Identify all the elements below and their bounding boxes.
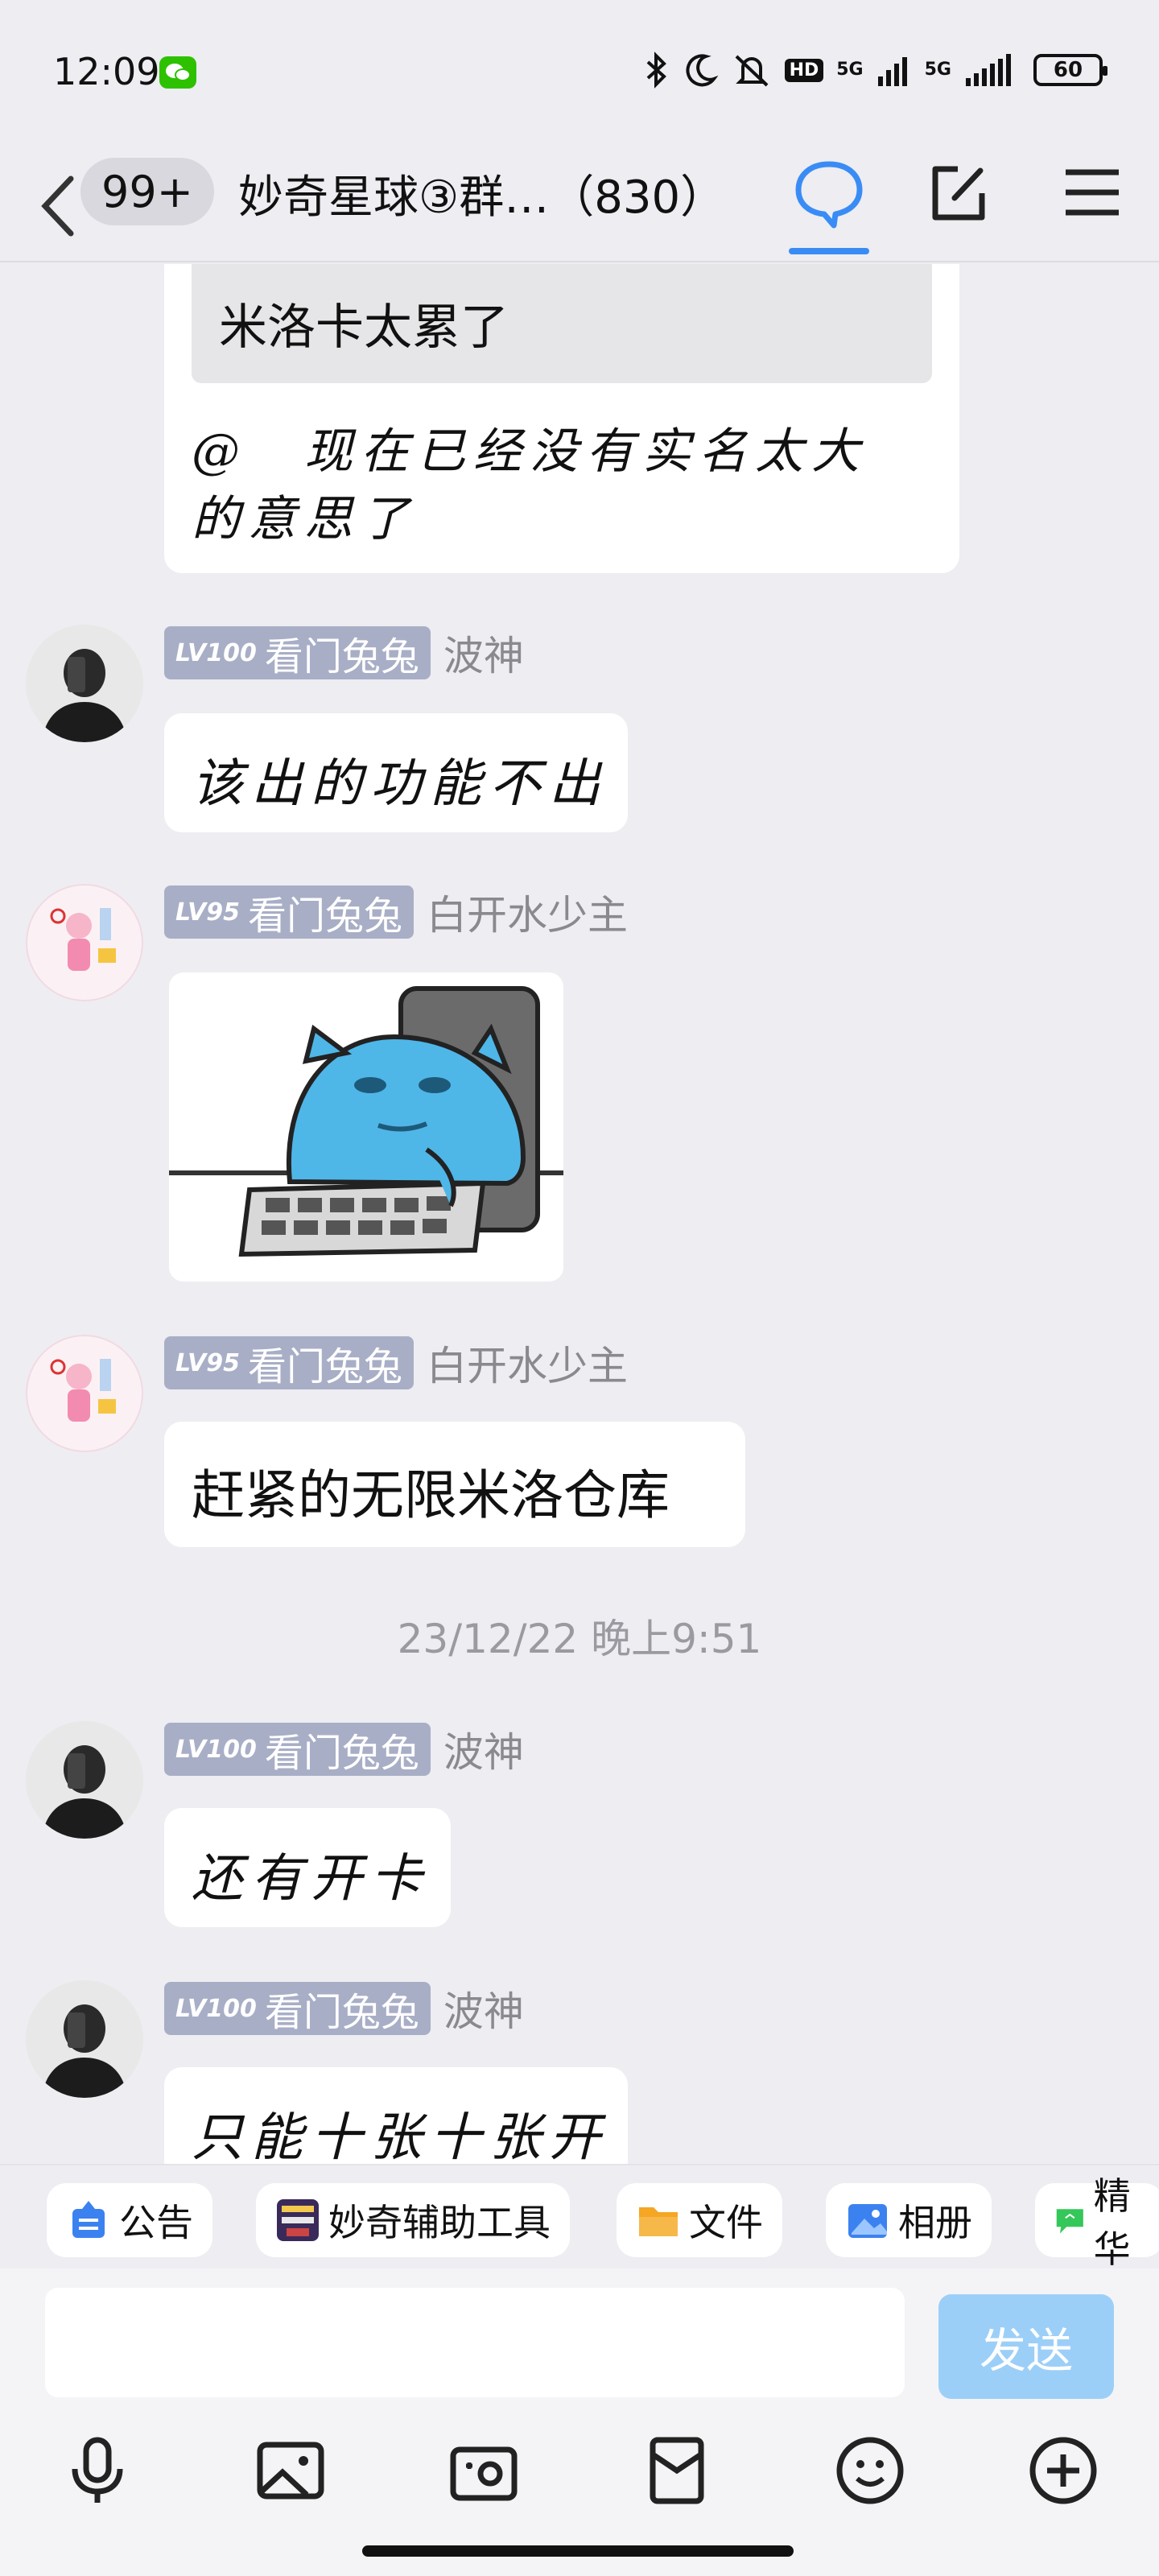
- microphone-icon: [72, 2437, 123, 2503]
- chip-label: 文件: [689, 2201, 763, 2244]
- hd-indicator: HD: [784, 58, 824, 82]
- emoji-button[interactable]: [826, 2426, 914, 2515]
- message-header: LV100 看门兔兔 波神: [164, 1980, 524, 2037]
- active-tab-indicator: [789, 248, 869, 254]
- message-bubble[interactable]: 该出的功能不出: [164, 713, 628, 832]
- composer-toolbar: [0, 2426, 1159, 2523]
- level-badge: LV95 看门兔兔: [164, 1336, 414, 1389]
- status-time: 12:09: [53, 50, 160, 93]
- status-icons: HD 5G 5G 60: [643, 52, 1107, 89]
- message-text: 只能十张十张开: [192, 2108, 608, 2164]
- message-header: LV100 看门兔兔 波神: [164, 1721, 524, 1777]
- chip-label: 公告: [119, 2201, 193, 2244]
- back-chevron-icon[interactable]: [35, 172, 80, 240]
- level-number: LV100: [175, 1994, 257, 2023]
- more-button[interactable]: [1019, 2426, 1107, 2515]
- message-text: 该出的功能不出: [192, 754, 608, 814]
- unread-count-badge[interactable]: 99+: [80, 158, 214, 225]
- chip-label: 相册: [898, 2201, 972, 2244]
- message-text: 赶紧的无限米洛仓库: [192, 1464, 670, 1526]
- folder-icon: [639, 2207, 678, 2236]
- message-header: LV95 看门兔兔 白开水少主: [164, 1335, 628, 1391]
- message-bubble[interactable]: 还有开卡: [164, 1808, 451, 1927]
- sticker-image[interactable]: [169, 972, 563, 1282]
- menu-icon[interactable]: [1062, 164, 1122, 221]
- sender-name[interactable]: 波神: [443, 624, 524, 682]
- sender-name[interactable]: 白开水少主: [427, 883, 628, 941]
- avatar[interactable]: [26, 1335, 143, 1452]
- level-badge: LV95 看门兔兔: [164, 886, 414, 939]
- mute-bell-icon: [735, 55, 768, 87]
- edit-icon[interactable]: [926, 161, 990, 225]
- message-list[interactable]: 米洛卡太累了 @ 现在已经没有实名太大 的意思了 LV100 看门兔兔 波神 该出…: [0, 264, 1159, 2164]
- quoted-message[interactable]: 米洛卡太累了: [192, 264, 932, 383]
- sender-name[interactable]: 白开水少主: [427, 1334, 628, 1392]
- sender-name[interactable]: 波神: [443, 1720, 524, 1778]
- reply-text-line-1: @ 现在已经没有实名太大: [192, 423, 868, 480]
- quick-action-bar[interactable]: 公告 妙奇辅助工具 文件 相册 精华: [0, 2164, 1159, 2271]
- group-title-tag: 看门兔兔: [247, 894, 402, 939]
- message-bubble[interactable]: 赶紧的无限米洛仓库: [164, 1422, 745, 1547]
- group-title-tag: 看门兔兔: [264, 634, 419, 679]
- signal-icon: [877, 57, 907, 86]
- chip-label: 精华: [1093, 2174, 1131, 2271]
- group-title-tag: 看门兔兔: [247, 1344, 402, 1389]
- message-header: LV95 看门兔兔 白开水少主: [164, 884, 628, 940]
- group-title-tag: 看门兔兔: [264, 1990, 419, 2035]
- composer: 发送: [0, 2268, 1159, 2576]
- chat-bubble-icon[interactable]: [789, 153, 869, 233]
- highlights-icon: [1056, 2209, 1083, 2234]
- group-title-tag: 看门兔兔: [264, 1731, 419, 1776]
- emoji-icon: [836, 2437, 904, 2504]
- level-badge: LV100 看门兔兔: [164, 1982, 431, 2035]
- message-input[interactable]: [45, 2288, 905, 2397]
- message-header: LV100 看门兔兔 波神: [164, 625, 524, 681]
- image-button[interactable]: [246, 2426, 335, 2515]
- reply-text-line-2: 的意思了: [192, 491, 417, 547]
- album-icon: [848, 2204, 887, 2238]
- message-bubble[interactable]: 只能十张十张开: [164, 2067, 628, 2164]
- avatar[interactable]: [26, 884, 143, 1001]
- announcement-icon: [72, 2201, 105, 2238]
- red-packet-icon: [650, 2437, 704, 2504]
- network-label-1: 5G: [836, 60, 864, 80]
- helper-tool-chip[interactable]: 妙奇辅助工具: [256, 2183, 570, 2257]
- level-number: LV95: [175, 898, 240, 927]
- battery-icon: 60: [1033, 54, 1107, 86]
- level-number: LV100: [175, 1735, 257, 1764]
- avatar[interactable]: [26, 625, 143, 742]
- bluetooth-icon: [646, 52, 666, 89]
- send-button[interactable]: 发送: [938, 2294, 1114, 2399]
- camera-button[interactable]: [439, 2426, 528, 2515]
- plus-circle-icon: [1029, 2437, 1097, 2504]
- chat-title[interactable]: 妙奇星球③群…（830）: [238, 161, 725, 226]
- voice-button[interactable]: [53, 2426, 142, 2515]
- level-number: LV95: [175, 1348, 240, 1377]
- level-badge: LV100 看门兔兔: [164, 626, 431, 679]
- wechat-notification-icon: [159, 56, 196, 89]
- image-icon: [257, 2442, 324, 2500]
- files-chip[interactable]: 文件: [617, 2183, 782, 2257]
- message-text: 还有开卡: [192, 1849, 430, 1909]
- network-label-2: 5G: [924, 60, 951, 80]
- chip-label: 妙奇辅助工具: [328, 2201, 551, 2244]
- chat-header: 99+ 妙奇星球③群…（830）: [0, 145, 1159, 262]
- level-badge: LV100 看门兔兔: [164, 1723, 431, 1776]
- album-chip[interactable]: 相册: [826, 2183, 992, 2257]
- home-indicator[interactable]: [362, 2545, 794, 2557]
- announcement-chip[interactable]: 公告: [47, 2183, 212, 2257]
- message-timestamp: 23/12/22 晚上9:51: [397, 1616, 762, 1662]
- level-number: LV100: [175, 638, 257, 667]
- avatar[interactable]: [26, 1980, 143, 2098]
- status-bar: 12:09 HD 5G 5G 60: [0, 0, 1159, 145]
- app-thumbnail-icon: [277, 2199, 319, 2241]
- avatar[interactable]: [26, 1721, 143, 1839]
- moon-icon: [686, 54, 719, 87]
- red-packet-button[interactable]: [633, 2426, 721, 2515]
- highlights-chip[interactable]: 精华: [1035, 2174, 1159, 2271]
- signal-icon: [966, 54, 1011, 86]
- camera-icon: [450, 2446, 518, 2501]
- sender-name[interactable]: 波神: [443, 1979, 524, 2037]
